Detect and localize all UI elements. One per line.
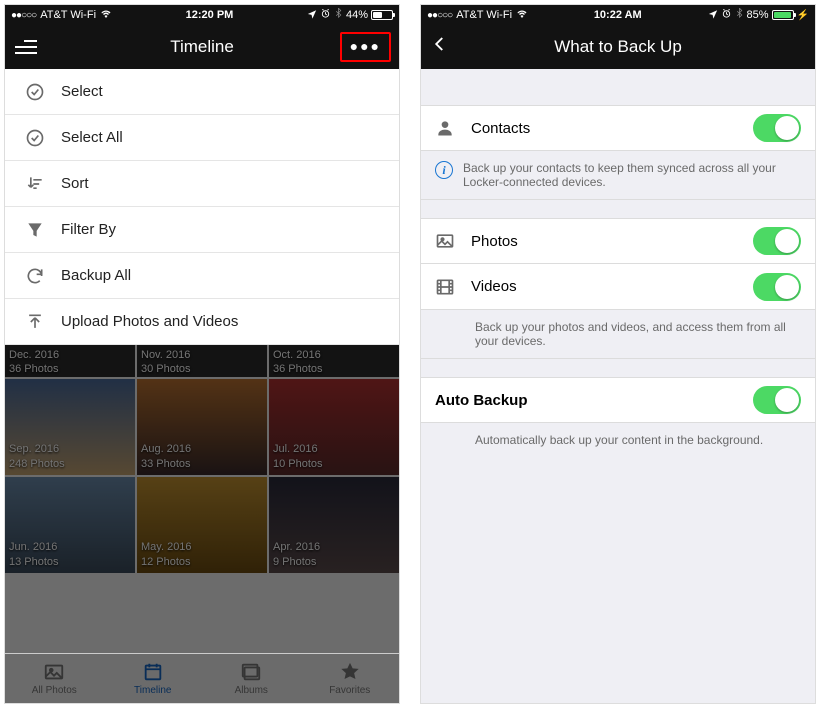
battery-pct: 44% bbox=[346, 9, 368, 21]
info-contacts: i Back up your contacts to keep them syn… bbox=[421, 151, 815, 200]
status-time: 12:20 PM bbox=[112, 9, 307, 21]
info-text: Back up your contacts to keep them synce… bbox=[463, 161, 801, 189]
status-right: 44% bbox=[307, 8, 393, 22]
settings-body: Contacts i Back up your contacts to keep… bbox=[421, 69, 815, 703]
carrier-label: AT&T Wi-Fi bbox=[456, 9, 512, 21]
phone-timeline: ●●○○○ AT&T Wi-Fi 12:20 PM 44% Timeline bbox=[4, 4, 400, 704]
tab-timeline[interactable]: Timeline bbox=[104, 654, 203, 703]
grid-header[interactable]: Nov. 201630 Photos bbox=[137, 345, 267, 377]
menu-item-select[interactable]: Select bbox=[5, 69, 399, 115]
menu-label: Sort bbox=[61, 175, 89, 192]
info-auto: Automatically back up your content in th… bbox=[421, 423, 815, 457]
tab-bar: All Photos Timeline Albums Favorites bbox=[5, 653, 399, 703]
chevron-left-icon bbox=[431, 35, 449, 59]
person-icon bbox=[435, 118, 461, 138]
upload-icon bbox=[21, 312, 49, 332]
grid-header[interactable]: Oct. 201636 Photos bbox=[269, 345, 399, 377]
menu-item-upload[interactable]: Upload Photos and Videos bbox=[5, 299, 399, 345]
row-videos[interactable]: Videos bbox=[421, 264, 815, 310]
more-highlight: ●●● bbox=[340, 32, 391, 62]
nav-bar: What to Back Up bbox=[421, 25, 815, 69]
film-icon bbox=[435, 277, 461, 297]
grid-header[interactable]: Dec. 201636 Photos bbox=[5, 345, 135, 377]
row-label: Auto Backup bbox=[435, 392, 753, 409]
menu-item-backup-all[interactable]: Backup All bbox=[5, 253, 399, 299]
phone-backup-settings: ●●○○○ AT&T Wi-Fi 10:22 AM 85% ⚡ bbox=[420, 4, 816, 704]
grid-cell[interactable]: Apr. 20169 Photos bbox=[269, 477, 399, 573]
tab-albums[interactable]: Albums bbox=[202, 654, 301, 703]
row-label: Videos bbox=[471, 278, 753, 295]
alarm-icon bbox=[721, 8, 732, 22]
grid-cell[interactable]: Sep. 2016248 Photos bbox=[5, 379, 135, 475]
status-left: ●●○○○ AT&T Wi-Fi bbox=[11, 8, 112, 23]
photo-grid: Dec. 201636 Photos Nov. 201630 Photos Oc… bbox=[5, 345, 399, 653]
tab-all-photos[interactable]: All Photos bbox=[5, 654, 104, 703]
toggle-contacts[interactable] bbox=[753, 114, 801, 142]
status-bar: ●●○○○ AT&T Wi-Fi 12:20 PM 44% bbox=[5, 5, 399, 25]
hamburger-icon bbox=[15, 40, 37, 54]
row-auto-backup[interactable]: Auto Backup bbox=[421, 377, 815, 423]
grid-cell[interactable]: Jun. 201613 Photos bbox=[5, 477, 135, 573]
menu-item-sort[interactable]: Sort bbox=[5, 161, 399, 207]
status-left: ●●○○○ AT&T Wi-Fi bbox=[427, 8, 528, 23]
menu-label: Select All bbox=[61, 129, 123, 146]
status-time: 10:22 AM bbox=[528, 9, 708, 21]
status-right: 85% ⚡ bbox=[708, 8, 809, 22]
grid-cell[interactable]: Aug. 201633 Photos bbox=[137, 379, 267, 475]
row-contacts[interactable]: Contacts bbox=[421, 105, 815, 151]
more-icon: ●●● bbox=[350, 38, 381, 54]
menu-item-select-all[interactable]: Select All bbox=[5, 115, 399, 161]
info-media: Back up your photos and videos, and acce… bbox=[421, 310, 815, 359]
grid-cell[interactable]: May. 201612 Photos bbox=[137, 477, 267, 573]
location-icon bbox=[708, 9, 718, 22]
menu-label: Select bbox=[61, 83, 103, 100]
hamburger-button[interactable] bbox=[15, 25, 37, 69]
menu-label: Filter By bbox=[61, 221, 116, 238]
more-button[interactable]: ●●● bbox=[340, 25, 391, 69]
signal-dots-icon: ●●○○○ bbox=[11, 10, 36, 21]
info-icon: i bbox=[435, 161, 453, 179]
signal-dots-icon: ●●○○○ bbox=[427, 10, 452, 21]
row-label: Photos bbox=[471, 233, 753, 250]
grid-cell[interactable]: Jul. 201610 Photos bbox=[269, 379, 399, 475]
toggle-videos[interactable] bbox=[753, 273, 801, 301]
location-icon bbox=[307, 9, 317, 22]
nav-bar: Timeline ●●● bbox=[5, 25, 399, 69]
toggle-auto-backup[interactable] bbox=[753, 386, 801, 414]
sync-icon bbox=[21, 266, 49, 286]
menu-label: Upload Photos and Videos bbox=[61, 313, 238, 330]
actions-menu: Select Select All Sort Filter By Backup … bbox=[5, 69, 399, 345]
wifi-icon bbox=[100, 8, 112, 23]
check-circle-icon bbox=[21, 82, 49, 102]
bluetooth-icon bbox=[334, 8, 343, 22]
menu-item-filter[interactable]: Filter By bbox=[5, 207, 399, 253]
battery-icon bbox=[371, 10, 393, 20]
tab-favorites[interactable]: Favorites bbox=[301, 654, 400, 703]
battery-pct: 85% bbox=[747, 9, 769, 21]
row-label: Contacts bbox=[471, 120, 753, 137]
status-bar: ●●○○○ AT&T Wi-Fi 10:22 AM 85% ⚡ bbox=[421, 5, 815, 25]
toggle-photos[interactable] bbox=[753, 227, 801, 255]
photo-icon bbox=[435, 231, 461, 251]
page-title: Timeline bbox=[170, 37, 234, 57]
back-button[interactable] bbox=[431, 25, 449, 69]
sort-icon bbox=[21, 174, 49, 194]
check-circle-icon bbox=[21, 128, 49, 148]
alarm-icon bbox=[320, 8, 331, 22]
wifi-icon bbox=[516, 8, 528, 23]
menu-label: Backup All bbox=[61, 267, 131, 284]
bluetooth-icon bbox=[735, 8, 744, 22]
page-title: What to Back Up bbox=[554, 37, 682, 57]
filter-icon bbox=[21, 220, 49, 240]
row-photos[interactable]: Photos bbox=[421, 218, 815, 264]
battery-icon bbox=[772, 10, 794, 20]
carrier-label: AT&T Wi-Fi bbox=[40, 9, 96, 21]
charging-icon: ⚡ bbox=[797, 10, 809, 21]
